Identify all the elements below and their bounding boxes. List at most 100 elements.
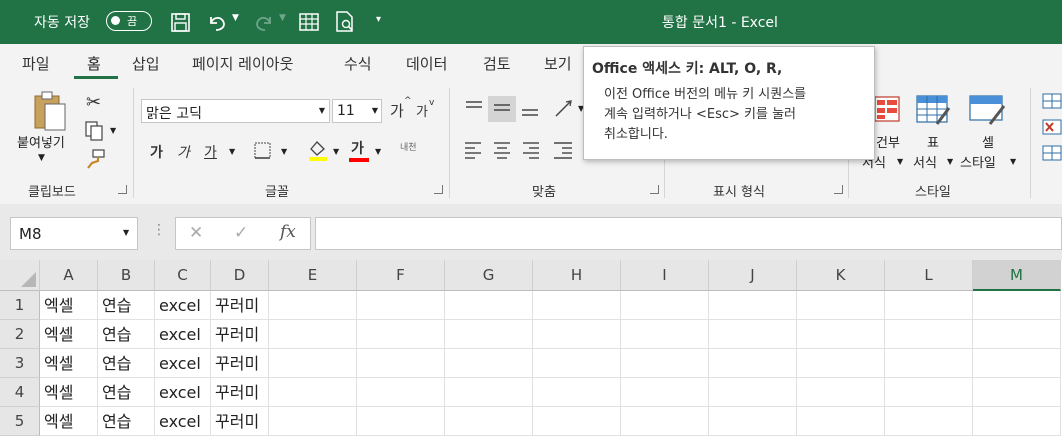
paste-icon[interactable] bbox=[32, 90, 68, 132]
cell-c4[interactable]: excel bbox=[155, 378, 211, 407]
cell-b1[interactable]: 연습 bbox=[98, 291, 155, 320]
alignment-dialog-launcher[interactable] bbox=[650, 185, 659, 194]
tab-file[interactable]: 파일 bbox=[22, 53, 50, 74]
column-header-e[interactable]: E bbox=[269, 260, 357, 291]
cell-h2[interactable] bbox=[533, 320, 621, 349]
column-header-g[interactable]: G bbox=[445, 260, 533, 291]
cell-e3[interactable] bbox=[269, 349, 357, 378]
cell-l2[interactable] bbox=[885, 320, 973, 349]
bold-button[interactable]: 가 bbox=[150, 142, 163, 162]
cell-b5[interactable]: 연습 bbox=[98, 407, 155, 436]
conditional-formatting-label1[interactable]: 건부 bbox=[876, 132, 900, 151]
enter-icon[interactable]: ✓ bbox=[234, 223, 248, 243]
format-painter-icon[interactable] bbox=[84, 148, 106, 170]
cell-k2[interactable] bbox=[797, 320, 885, 349]
save-icon[interactable] bbox=[170, 12, 192, 34]
column-header-f[interactable]: F bbox=[357, 260, 445, 291]
column-header-k[interactable]: K bbox=[797, 260, 885, 291]
font-dialog-launcher[interactable] bbox=[434, 185, 443, 194]
cell-k1[interactable] bbox=[797, 291, 885, 320]
cell-l4[interactable] bbox=[885, 378, 973, 407]
copy-dropdown-icon[interactable]: ▼ bbox=[110, 126, 116, 135]
cell-i2[interactable] bbox=[621, 320, 709, 349]
format-as-table-dropdown-icon[interactable]: ▼ bbox=[947, 157, 953, 166]
cell-b4[interactable]: 연습 bbox=[98, 378, 155, 407]
cell-i5[interactable] bbox=[621, 407, 709, 436]
italic-button[interactable]: 가 bbox=[177, 142, 190, 162]
worksheet-grid[interactable]: A B C D E F G H I J K L M 1 엑셀 연습 excel 꾸러미 2 엑셀 연습 excel 꾸러미 3… bbox=[0, 260, 1062, 436]
tab-insert[interactable]: 삽입 bbox=[132, 53, 160, 74]
cell-j5[interactable] bbox=[709, 407, 797, 436]
font-color-dropdown-icon[interactable]: ▼ bbox=[375, 147, 381, 156]
column-header-b[interactable]: B bbox=[98, 260, 155, 291]
cell-k4[interactable] bbox=[797, 378, 885, 407]
cell-k3[interactable] bbox=[797, 349, 885, 378]
column-header-l[interactable]: L bbox=[885, 260, 973, 291]
row-header[interactable]: 2 bbox=[0, 320, 40, 349]
name-box[interactable]: M8 ▼ bbox=[10, 217, 138, 250]
cell-j4[interactable] bbox=[709, 378, 797, 407]
tab-page-layout[interactable]: 페이지 레이아웃 bbox=[192, 53, 293, 74]
cell-m4[interactable] bbox=[973, 378, 1061, 407]
copy-icon[interactable] bbox=[84, 120, 106, 142]
grow-font-button[interactable]: 가 bbox=[390, 100, 404, 121]
customize-qat-icon[interactable]: ▾ bbox=[376, 14, 381, 25]
borders-dropdown-icon[interactable]: ▼ bbox=[281, 147, 287, 156]
paste-dropdown-icon[interactable]: ▼ bbox=[38, 153, 45, 163]
cell-l5[interactable] bbox=[885, 407, 973, 436]
cell-styles-icon[interactable] bbox=[968, 94, 1008, 128]
cell-d4[interactable]: 꾸러미 bbox=[211, 378, 269, 407]
cell-f3[interactable] bbox=[357, 349, 445, 378]
column-header-i[interactable]: I bbox=[621, 260, 709, 291]
tab-data[interactable]: 데이터 bbox=[406, 53, 447, 74]
borders-icon[interactable] bbox=[253, 141, 273, 161]
format-as-table-icon[interactable] bbox=[915, 94, 953, 128]
cell-f5[interactable] bbox=[357, 407, 445, 436]
cell-j1[interactable] bbox=[709, 291, 797, 320]
cell-a4[interactable]: 엑셀 bbox=[40, 378, 98, 407]
cell-h4[interactable] bbox=[533, 378, 621, 407]
cell-c3[interactable]: excel bbox=[155, 349, 211, 378]
print-preview-icon[interactable] bbox=[334, 10, 356, 34]
cell-d2[interactable]: 꾸러미 bbox=[211, 320, 269, 349]
format-as-table-label2[interactable]: 서식 bbox=[913, 152, 937, 171]
number-dialog-launcher[interactable] bbox=[834, 185, 843, 194]
column-header-c[interactable]: C bbox=[155, 260, 211, 291]
column-header-d[interactable]: D bbox=[211, 260, 269, 291]
row-header[interactable]: 1 bbox=[0, 291, 40, 320]
conditional-formatting-icon[interactable] bbox=[873, 95, 903, 125]
column-header-m[interactable]: M bbox=[973, 260, 1061, 291]
cell-g1[interactable] bbox=[445, 291, 533, 320]
undo-dropdown-icon[interactable]: ▼ bbox=[232, 13, 239, 23]
cell-styles-label2[interactable]: 스타일 bbox=[960, 152, 996, 171]
row-header[interactable]: 3 bbox=[0, 349, 40, 378]
name-box-dropdown-icon[interactable]: ▼ bbox=[123, 228, 129, 237]
cell-g3[interactable] bbox=[445, 349, 533, 378]
cell-a1[interactable]: 엑셀 bbox=[40, 291, 98, 320]
cell-h5[interactable] bbox=[533, 407, 621, 436]
underline-dropdown-icon[interactable]: ▼ bbox=[229, 147, 235, 156]
formula-input[interactable] bbox=[315, 217, 1062, 250]
cancel-icon[interactable]: ✕ bbox=[189, 223, 203, 243]
phonetic-button[interactable]: 내천 bbox=[400, 140, 417, 153]
insert-function-icon[interactable]: fx bbox=[280, 222, 296, 242]
cell-a3[interactable]: 엑셀 bbox=[40, 349, 98, 378]
cell-styles-dropdown-icon[interactable]: ▼ bbox=[1010, 157, 1016, 166]
cell-c2[interactable]: excel bbox=[155, 320, 211, 349]
cell-d5[interactable]: 꾸러미 bbox=[211, 407, 269, 436]
tab-formulas[interactable]: 수식 bbox=[344, 53, 372, 74]
cell-k5[interactable] bbox=[797, 407, 885, 436]
cut-icon[interactable]: ✂ bbox=[86, 92, 101, 113]
cell-j2[interactable] bbox=[709, 320, 797, 349]
column-header-h[interactable]: H bbox=[533, 260, 621, 291]
row-header[interactable]: 4 bbox=[0, 378, 40, 407]
cell-d3[interactable]: 꾸러미 bbox=[211, 349, 269, 378]
cell-e2[interactable] bbox=[269, 320, 357, 349]
column-header-a[interactable]: A bbox=[40, 260, 98, 291]
cell-e4[interactable] bbox=[269, 378, 357, 407]
cell-a2[interactable]: 엑셀 bbox=[40, 320, 98, 349]
tab-home[interactable]: 홈 bbox=[87, 53, 101, 74]
tab-view[interactable]: 보기 bbox=[544, 53, 572, 74]
autosave-toggle[interactable]: 끔 bbox=[106, 11, 152, 31]
cell-m1[interactable] bbox=[973, 291, 1061, 320]
